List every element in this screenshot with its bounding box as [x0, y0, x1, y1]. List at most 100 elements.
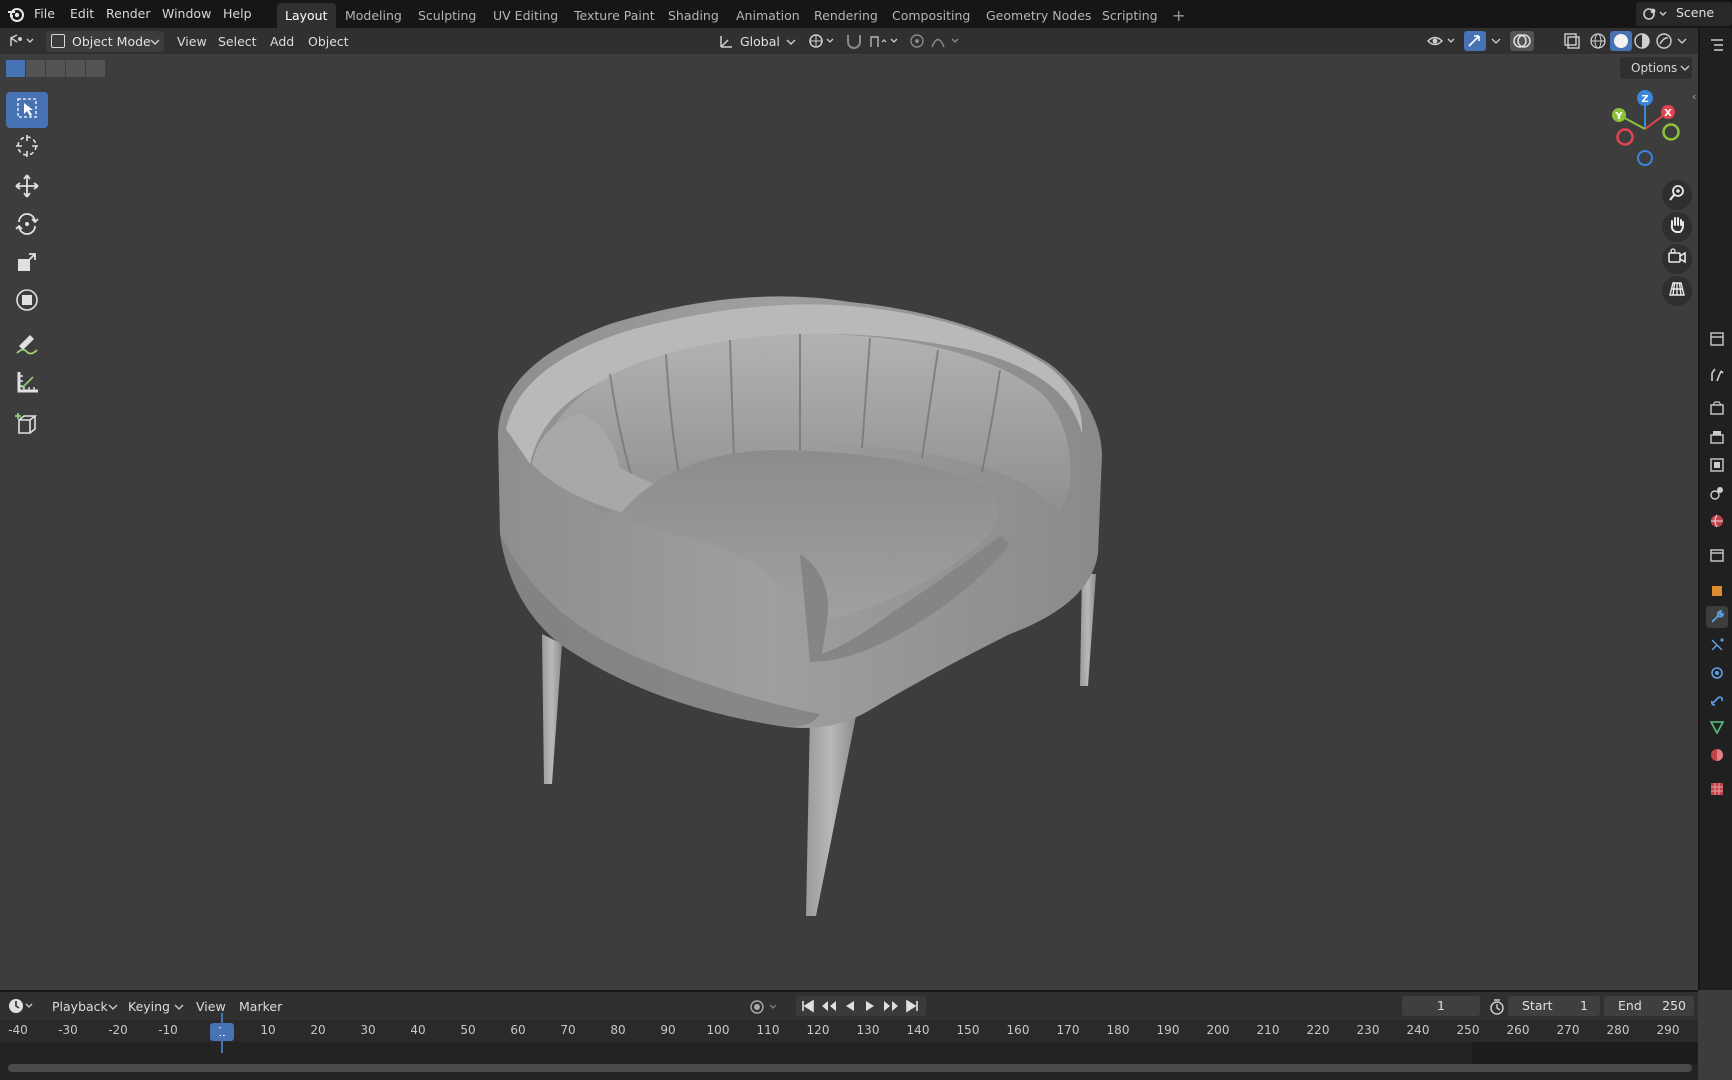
tab-layout[interactable]: Layout [277, 3, 336, 28]
properties-editor-icon[interactable] [1706, 328, 1728, 350]
current-frame-field[interactable]: 1 [1402, 996, 1480, 1016]
select-mode-extend-icon[interactable] [26, 60, 45, 77]
tab-shading[interactable]: Shading [660, 3, 727, 28]
rotate-tool[interactable] [6, 208, 48, 244]
proportional-editing-icon[interactable] [908, 32, 926, 54]
view-layer-properties-icon[interactable] [1706, 454, 1728, 476]
select-mode-intersect-icon[interactable] [86, 60, 105, 77]
modifier-properties-icon[interactable] [1706, 606, 1728, 628]
gizmo-toggle-icon[interactable] [1464, 31, 1486, 51]
menu-select[interactable]: Select [218, 31, 257, 52]
timeline-menu-marker[interactable]: Marker [239, 997, 282, 1017]
snap-target-icon[interactable] [868, 32, 900, 54]
timeline-editor-type-icon[interactable] [8, 997, 36, 1019]
tab-sculpting[interactable]: Sculpting [410, 3, 484, 28]
menu-render[interactable]: Render [106, 4, 151, 24]
data-properties-icon[interactable] [1706, 716, 1728, 738]
xray-icon[interactable] [1562, 31, 1582, 55]
chair-model[interactable] [470, 254, 1170, 934]
particles-properties-icon[interactable] [1706, 634, 1728, 656]
solid-shading-icon[interactable] [1610, 31, 1632, 51]
tab-compositing[interactable]: Compositing [884, 3, 978, 28]
transform-orientation-dropdown[interactable]: Global [714, 31, 798, 52]
transform-tool[interactable] [6, 284, 48, 320]
play-reverse-icon[interactable] [842, 998, 858, 1018]
timeline-menu-keying[interactable]: Keying [128, 997, 170, 1017]
menu-object[interactable]: Object [308, 31, 349, 52]
material-properties-icon[interactable] [1706, 744, 1728, 766]
menu-add[interactable]: Add [270, 31, 294, 52]
options-dropdown[interactable]: Options [1620, 57, 1692, 79]
start-frame-field[interactable]: Start 1 [1508, 996, 1600, 1016]
world-properties-icon[interactable] [1706, 510, 1728, 532]
tab-texture-paint[interactable]: Texture Paint [566, 3, 663, 28]
add-workspace-button[interactable]: + [1164, 3, 1193, 28]
axis-neg-y-icon[interactable] [1662, 123, 1680, 141]
object-mode-dropdown[interactable]: Object Mode [46, 31, 164, 52]
tab-animation[interactable]: Animation [728, 3, 808, 28]
chevron-down-icon[interactable] [1490, 31, 1502, 55]
tab-rendering[interactable]: Rendering [806, 3, 886, 28]
preview-range-clock-icon[interactable] [1488, 998, 1506, 1020]
sidebar-expand-arrow-icon[interactable]: ‹ [1692, 90, 1696, 103]
jump-to-start-icon[interactable] [800, 998, 816, 1018]
annotate-tool[interactable] [6, 328, 48, 364]
visibility-eye-icon[interactable] [1426, 32, 1458, 54]
overlays-icon[interactable] [1510, 31, 1534, 51]
timeline-keyframe-area[interactable] [0, 1042, 1698, 1080]
select-mode-subtract-icon[interactable] [46, 60, 65, 77]
cursor-tool[interactable] [6, 130, 48, 166]
zoom-button[interactable] [1662, 180, 1692, 210]
navigation-gizmo[interactable]: Z X Y [1600, 84, 1690, 174]
menu-edit[interactable]: Edit [70, 4, 94, 24]
timeline-menu-playback[interactable]: Playback [52, 997, 108, 1017]
menu-file[interactable]: File [34, 4, 55, 24]
tab-geometry-nodes[interactable]: Geometry Nodes [978, 3, 1099, 28]
end-frame-field[interactable]: End 250 [1604, 996, 1694, 1016]
output-properties-icon[interactable] [1706, 426, 1728, 448]
material-shading-icon[interactable] [1632, 31, 1652, 55]
play-icon[interactable] [862, 998, 878, 1018]
axis-neg-x-icon[interactable] [1616, 128, 1634, 146]
wireframe-shading-icon[interactable] [1588, 31, 1608, 55]
timeline-scrollbar[interactable] [8, 1064, 1692, 1072]
snap-magnet-icon[interactable] [844, 32, 864, 54]
object-properties-icon[interactable] [1706, 580, 1728, 602]
chevron-down-icon[interactable] [1676, 31, 1688, 55]
menu-help[interactable]: Help [223, 4, 252, 24]
rendered-shading-icon[interactable] [1654, 31, 1674, 55]
camera-view-button[interactable] [1662, 244, 1692, 274]
playhead-line[interactable] [221, 1013, 223, 1053]
render-properties-icon[interactable] [1706, 398, 1728, 420]
auto-keying-record-icon[interactable] [748, 998, 782, 1020]
jump-to-keyframe-forward-icon[interactable] [882, 998, 900, 1018]
collection-properties-icon[interactable] [1706, 544, 1728, 566]
select-box-tool[interactable] [6, 92, 48, 128]
add-cube-tool[interactable] [6, 408, 48, 444]
blender-logo-icon[interactable] [6, 4, 26, 24]
select-mode-difference-icon[interactable] [66, 60, 85, 77]
3d-viewport[interactable]: Options Z X Y ‹ [0, 54, 1698, 990]
scene-selector[interactable]: Scene [1636, 2, 1732, 26]
perspective-toggle-button[interactable] [1662, 276, 1692, 306]
tool-settings-icon[interactable] [1706, 364, 1728, 386]
jump-to-end-icon[interactable] [904, 998, 920, 1018]
menu-view[interactable]: View [177, 31, 207, 52]
tab-scripting[interactable]: Scripting [1094, 3, 1166, 28]
frame-ruler[interactable]: -40 -30 -20 -10 10 20 30 40 50 60 70 80 … [0, 1020, 1698, 1042]
outliner-icon[interactable] [1706, 34, 1728, 56]
tab-uv-editing[interactable]: UV Editing [485, 3, 566, 28]
texture-properties-icon[interactable] [1706, 778, 1728, 800]
pan-button[interactable] [1662, 212, 1692, 242]
timeline-editor[interactable]: Playback Keying View Marker 1 Start 1 En… [0, 990, 1698, 1080]
constraint-properties-icon[interactable] [1706, 690, 1728, 712]
scene-properties-icon[interactable] [1706, 482, 1728, 504]
editor-type-icon[interactable] [8, 33, 36, 53]
tab-modeling[interactable]: Modeling [337, 3, 410, 28]
jump-to-keyframe-back-icon[interactable] [820, 998, 838, 1018]
physics-properties-icon[interactable] [1706, 662, 1728, 684]
menu-window[interactable]: Window [162, 4, 211, 24]
select-mode-new-icon[interactable] [6, 60, 25, 77]
scale-tool[interactable] [6, 246, 48, 282]
move-tool[interactable] [6, 170, 48, 206]
